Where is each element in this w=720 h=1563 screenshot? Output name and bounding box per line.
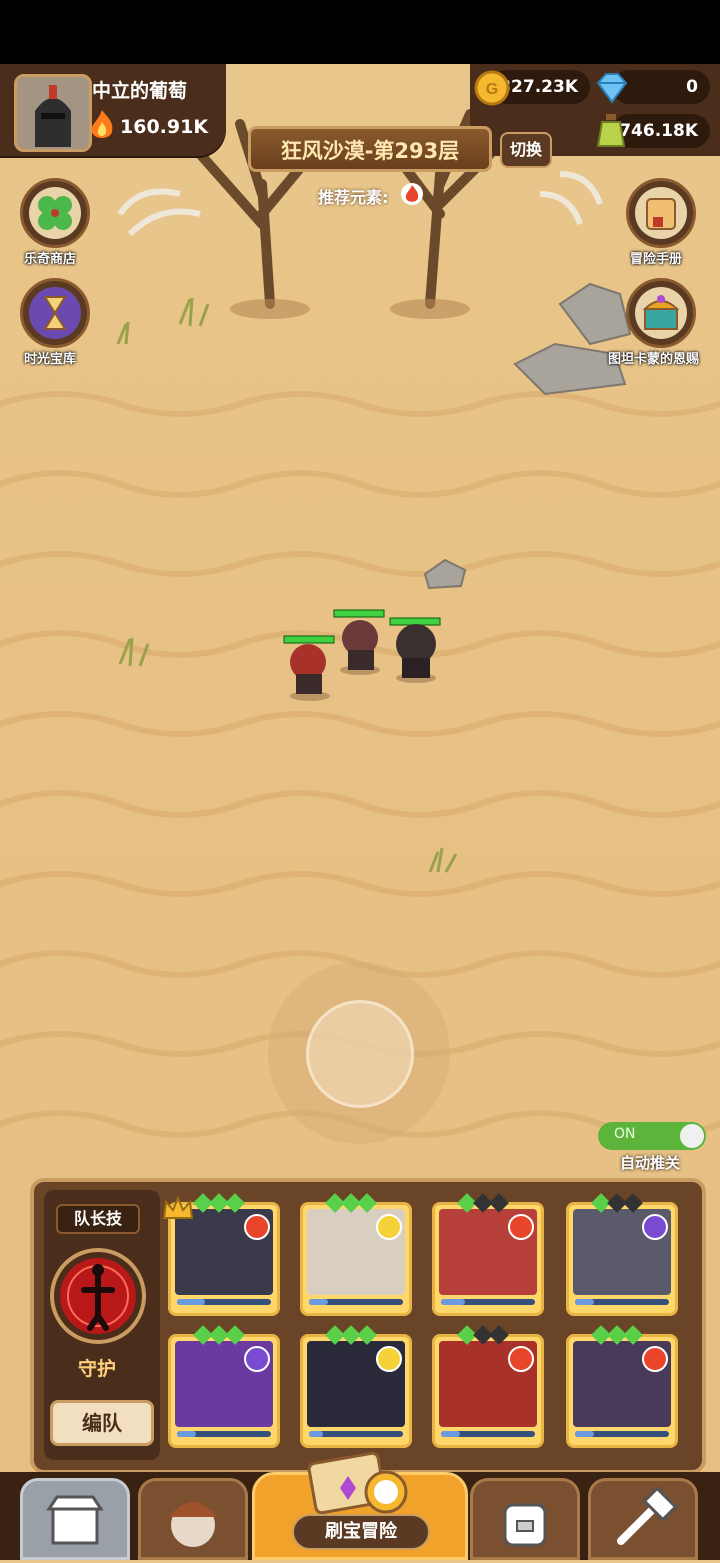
time-vault-button[interactable]: [20, 278, 90, 348]
diamond-icon: [596, 73, 628, 104]
fire-icon: [401, 183, 423, 205]
status-bar: [0, 0, 720, 64]
treasure-adventure-label: 刷宝冒险: [292, 1514, 430, 1550]
hero-progress-bar: [575, 1431, 669, 1437]
star-rating: [325, 1193, 377, 1213]
gold-coin-icon: G: [474, 70, 510, 106]
fire-element-icon: [508, 1214, 534, 1240]
hero-progress-bar: [309, 1299, 403, 1305]
forge-icon: [617, 1486, 678, 1545]
hero-progress-bar: [575, 1299, 669, 1305]
tutankhamun-gift-button[interactable]: [626, 278, 696, 348]
map-compass-icon: [307, 1451, 408, 1515]
fire-element-icon: [508, 1346, 534, 1372]
switch-stage-button[interactable]: 切换: [500, 132, 552, 168]
time-vault-label: 时光宝库: [24, 352, 77, 367]
treasure-chest-icon: [635, 287, 687, 339]
lucky-shop-label: 乐奇商店: [24, 252, 77, 267]
player-avatar[interactable]: [14, 74, 92, 152]
fire-icon: [91, 110, 113, 138]
star-rating: [325, 1325, 377, 1345]
star-rating: [193, 1193, 245, 1213]
hero-progress-bar: [177, 1431, 271, 1437]
potion-jar-icon: [596, 114, 626, 147]
shop-tab[interactable]: [20, 1478, 130, 1560]
lucky-shop-button[interactable]: [20, 178, 90, 248]
light-element-icon: [376, 1346, 402, 1372]
leader-skill-title: 队长技: [56, 1204, 140, 1234]
backpack-tab[interactable]: [470, 1478, 580, 1560]
backpack-icon: [503, 1503, 547, 1547]
svg-text:G: G: [486, 81, 498, 98]
star-rating: [591, 1325, 643, 1345]
scroll-icon: [635, 187, 687, 239]
crown-icon: [162, 1196, 194, 1219]
adventure-manual-button[interactable]: [626, 178, 696, 248]
dark-element-icon: [642, 1214, 668, 1240]
auto-push-label: 自动推关: [620, 1154, 681, 1172]
power-value: 160.91K: [120, 116, 209, 138]
fire-element-icon: [642, 1346, 668, 1372]
hero-progress-bar: [441, 1431, 535, 1437]
toggle-knob: [680, 1124, 704, 1148]
tutankhamun-gift-label: 图坦卡蒙的恩赐: [608, 352, 700, 367]
hero-icon: [169, 1502, 217, 1547]
adventure-manual-label: 冒险手册: [630, 252, 683, 267]
virtual-joystick-knob[interactable]: [306, 1000, 414, 1108]
star-rating: [457, 1325, 509, 1345]
recommend-element-label: 推荐元素:: [318, 188, 389, 207]
stage-title: 狂风沙漠-第293层: [248, 126, 492, 172]
shop-icon: [46, 1495, 104, 1545]
dark-element-icon: [244, 1346, 270, 1372]
auto-push-state: ON: [614, 1126, 636, 1142]
star-rating: [591, 1193, 643, 1213]
guard-skill-icon[interactable]: [48, 1246, 148, 1346]
hero-progress-bar: [309, 1431, 403, 1437]
forge-tab[interactable]: [588, 1478, 698, 1560]
hourglass-icon: [29, 287, 81, 339]
clover-icon: [29, 187, 81, 239]
fire-element-icon: [244, 1214, 270, 1240]
formation-button[interactable]: 编队: [50, 1400, 154, 1446]
hero-progress-bar: [177, 1299, 271, 1305]
star-rating: [193, 1325, 245, 1345]
leader-skill-name: 守护: [78, 1358, 117, 1380]
light-element-icon: [376, 1214, 402, 1240]
hero-progress-bar: [441, 1299, 535, 1305]
hero-tab[interactable]: [138, 1478, 248, 1560]
player-name: 中立的葡萄: [92, 80, 188, 102]
star-rating: [457, 1193, 509, 1213]
